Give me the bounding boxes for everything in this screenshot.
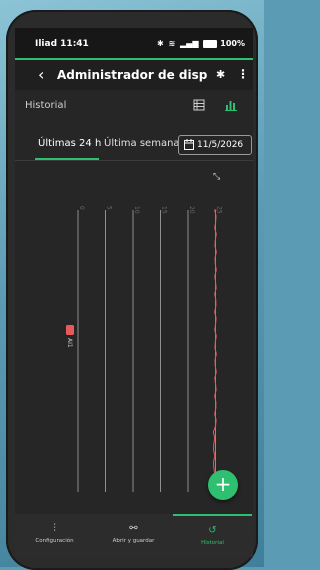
tab-last-24h[interactable]: Últimas 24 h [38, 138, 101, 149]
history-chart: 0 5 10 15 20 25 AI1 [66, 206, 223, 493]
x-tick-label: 20 [188, 206, 195, 214]
status-bar: Iliad 11:41 ✱ ≋ ▂▄▆ 100% [15, 28, 253, 58]
status-icons: ✱ ≋ ▂▄▆ 100% [155, 39, 245, 48]
series-line-ai1 [212, 209, 217, 493]
signal-icon: ▂▄▆ [180, 39, 199, 48]
calendar-icon [184, 139, 194, 150]
series-legend-marker [66, 325, 74, 335]
back-button[interactable]: ‹ [38, 65, 44, 84]
x-tick-label: 10 [133, 206, 140, 214]
chart-view-icon[interactable] [225, 99, 237, 111]
wifi-icon: ≋ [168, 39, 176, 48]
tab-last-week[interactable]: Última semana [104, 138, 180, 149]
bluetooth-icon[interactable]: ✱ [216, 68, 225, 81]
x-tick-label: 5 [106, 206, 113, 210]
sliders-icon: ⫶ [53, 523, 56, 534]
battery-percent: 100% [220, 39, 245, 48]
more-options-icon[interactable]: ⋮ [237, 67, 249, 81]
bluetooth-status-icon: ✱ [157, 39, 164, 48]
x-tick-label: 25 [216, 206, 223, 214]
series-legend-label: AI1 [66, 338, 73, 348]
nav-abrir-guardar[interactable]: ⚯ Abrir y guardar [94, 514, 173, 557]
date-picker[interactable]: 11/5/2026 [178, 135, 252, 155]
page-title: Administrador de disposi... [57, 68, 207, 82]
x-tick-label: 15 [161, 206, 168, 214]
date-value: 11/5/2026 [197, 140, 244, 150]
battery-icon [203, 39, 218, 48]
nav-label-abrir-guardar: Abrir y guardar [112, 538, 155, 544]
list-view-icon[interactable] [193, 99, 205, 111]
section-title: Historial [25, 100, 67, 111]
nav-label-configuracion: Configuración [35, 538, 74, 544]
nav-configuracion[interactable]: ⫶ Configuración [15, 514, 94, 557]
app-bar: ‹ Administrador de disposi... ✱ ⋮ [15, 58, 253, 90]
carrier-time: Iliad 11:41 [35, 39, 89, 49]
history-icon: ↺ [208, 525, 217, 536]
link-icon: ⚯ [129, 523, 138, 534]
nav-historial[interactable]: ↺ Historial [173, 514, 252, 557]
tabs-divider [15, 160, 253, 161]
nav-label-historial: Historial [201, 540, 224, 546]
add-button[interactable]: + [208, 470, 238, 500]
x-tick-label: 0 [78, 206, 85, 210]
